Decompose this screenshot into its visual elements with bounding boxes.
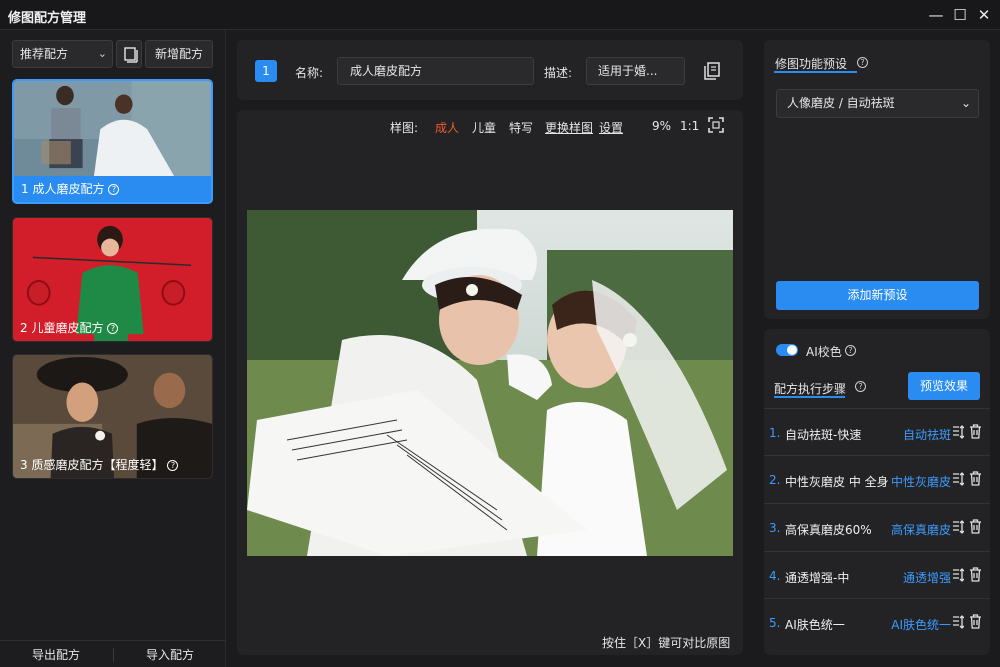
sort-icon[interactable]	[952, 519, 964, 535]
preview-effect-button[interactable]: 预览效果	[908, 372, 980, 400]
preset-card-child[interactable]: 2 儿童磨皮配方?	[12, 217, 213, 342]
trash-icon[interactable]	[969, 471, 982, 486]
preset-label: 3 质感磨皮配方【程度轻】	[20, 458, 164, 472]
copy-icon	[124, 47, 138, 63]
function-preset-panel	[764, 40, 990, 319]
step-row[interactable]: 1. 自动祛斑-快速 自动祛斑	[764, 408, 990, 455]
preset-card-adult[interactable]: 1 成人磨皮配方?	[12, 79, 213, 204]
window-title: 修图配方管理	[8, 11, 87, 26]
maximize-button[interactable]: ☐	[949, 4, 971, 26]
step-name: AI肤色统一	[785, 618, 845, 632]
preset-description-input[interactable]: 适用于婚...	[586, 57, 685, 85]
title-underline	[774, 396, 845, 398]
step-number: 3.	[769, 521, 781, 535]
preset-label: 1 成人磨皮配方	[21, 182, 105, 196]
help-icon[interactable]: ?	[167, 460, 179, 471]
export-preset-button[interactable]: 导出配方	[0, 645, 112, 665]
sample-option-child[interactable]: 儿童	[472, 119, 496, 136]
actual-size-button[interactable]: 1:1	[680, 119, 699, 133]
sample-settings-link[interactable]: 设置	[599, 119, 623, 136]
sort-icon[interactable]	[952, 424, 964, 440]
step-function-link[interactable]: 通透增强	[903, 569, 951, 586]
function-preset-select[interactable]: 人像磨皮 / 自动祛斑 ⌄	[776, 89, 979, 118]
step-number: 4.	[769, 569, 781, 583]
ai-color-toggle[interactable]	[776, 344, 798, 356]
sample-label: 样图:	[390, 121, 419, 135]
step-name: 高保真磨皮60%	[785, 523, 872, 537]
compare-hint: 按住［X］键可对比原图	[602, 636, 731, 650]
minimize-button[interactable]: —	[925, 4, 947, 26]
step-row[interactable]: 2. 中性灰磨皮 中 全身 中性灰磨皮	[764, 455, 990, 502]
step-function-link[interactable]: 高保真磨皮	[891, 521, 951, 538]
preset-caption: 1 成人磨皮配方?	[14, 176, 211, 202]
step-row[interactable]: 4. 通透增强-中 通透增强	[764, 551, 990, 598]
sample-photo	[247, 210, 733, 556]
duplicate-icon[interactable]	[703, 61, 721, 81]
step-number: 2.	[769, 473, 781, 487]
preset-category-value: 推荐配方	[20, 47, 69, 61]
step-function-link[interactable]: 中性灰磨皮	[891, 473, 951, 490]
function-preset-title: 修图功能预设	[775, 57, 848, 71]
preset-caption: 3 质感磨皮配方【程度轻】?	[13, 452, 212, 478]
preset-card-texture[interactable]: 3 质感磨皮配方【程度轻】?	[12, 354, 213, 479]
new-preset-button[interactable]: 新增配方	[145, 40, 213, 68]
import-preset-button[interactable]: 导入配方	[114, 645, 226, 665]
step-number: 1.	[769, 426, 781, 440]
help-icon[interactable]: ?	[108, 184, 120, 195]
trash-icon[interactable]	[969, 519, 982, 534]
help-icon[interactable]: ?	[855, 381, 866, 392]
preset-index-badge: 1	[255, 60, 277, 82]
help-icon[interactable]: ?	[857, 57, 868, 68]
help-icon[interactable]: ?	[845, 345, 856, 356]
function-preset-value: 人像磨皮 / 自动祛斑	[787, 96, 895, 110]
preset-category-select[interactable]: 推荐配方 ⌄	[12, 40, 113, 68]
title-underline	[774, 71, 857, 73]
help-icon[interactable]: ?	[107, 323, 119, 334]
step-function-link[interactable]: 自动祛斑	[903, 426, 951, 443]
sample-option-adult[interactable]: 成人	[435, 119, 459, 136]
ai-color-label: AI校色	[806, 345, 842, 359]
chevron-down-icon: ⌄	[960, 96, 971, 110]
step-function-link[interactable]: AI肤色统一	[891, 616, 951, 633]
name-label: 名称:	[295, 66, 324, 80]
step-row[interactable]: 5. AI肤色统一 AI肤色统一	[764, 598, 990, 645]
sort-icon[interactable]	[952, 614, 964, 630]
preset-name-input[interactable]: 成人磨皮配方	[337, 57, 534, 85]
zoom-level: 9%	[652, 119, 672, 133]
change-sample-link[interactable]: 更换样图	[545, 119, 593, 136]
trash-icon[interactable]	[969, 424, 982, 439]
trash-icon[interactable]	[969, 614, 982, 629]
sort-icon[interactable]	[952, 567, 964, 583]
preset-caption: 2 儿童磨皮配方?	[13, 315, 212, 341]
step-row[interactable]: 3. 高保真磨皮60% 高保真磨皮	[764, 503, 990, 550]
description-label: 描述:	[544, 66, 573, 80]
steps-title: 配方执行步骤	[774, 382, 847, 396]
step-number: 5.	[769, 616, 781, 630]
sample-option-closeup[interactable]: 特写	[509, 119, 533, 136]
title-bar	[0, 0, 1000, 30]
chevron-down-icon: ⌄	[97, 47, 107, 60]
step-name: 中性灰磨皮 中 全身	[785, 475, 889, 489]
add-preset-button[interactable]: 添加新预设	[776, 281, 979, 310]
sort-icon[interactable]	[952, 471, 964, 487]
trash-icon[interactable]	[969, 567, 982, 582]
preset-label: 2 儿童磨皮配方	[20, 321, 104, 335]
copy-preset-button[interactable]	[116, 40, 142, 68]
step-name: 通透增强-中	[785, 571, 850, 585]
close-button[interactable]: ✕	[973, 4, 995, 26]
step-name: 自动祛斑-快速	[785, 428, 862, 442]
fit-screen-icon[interactable]	[708, 117, 724, 133]
